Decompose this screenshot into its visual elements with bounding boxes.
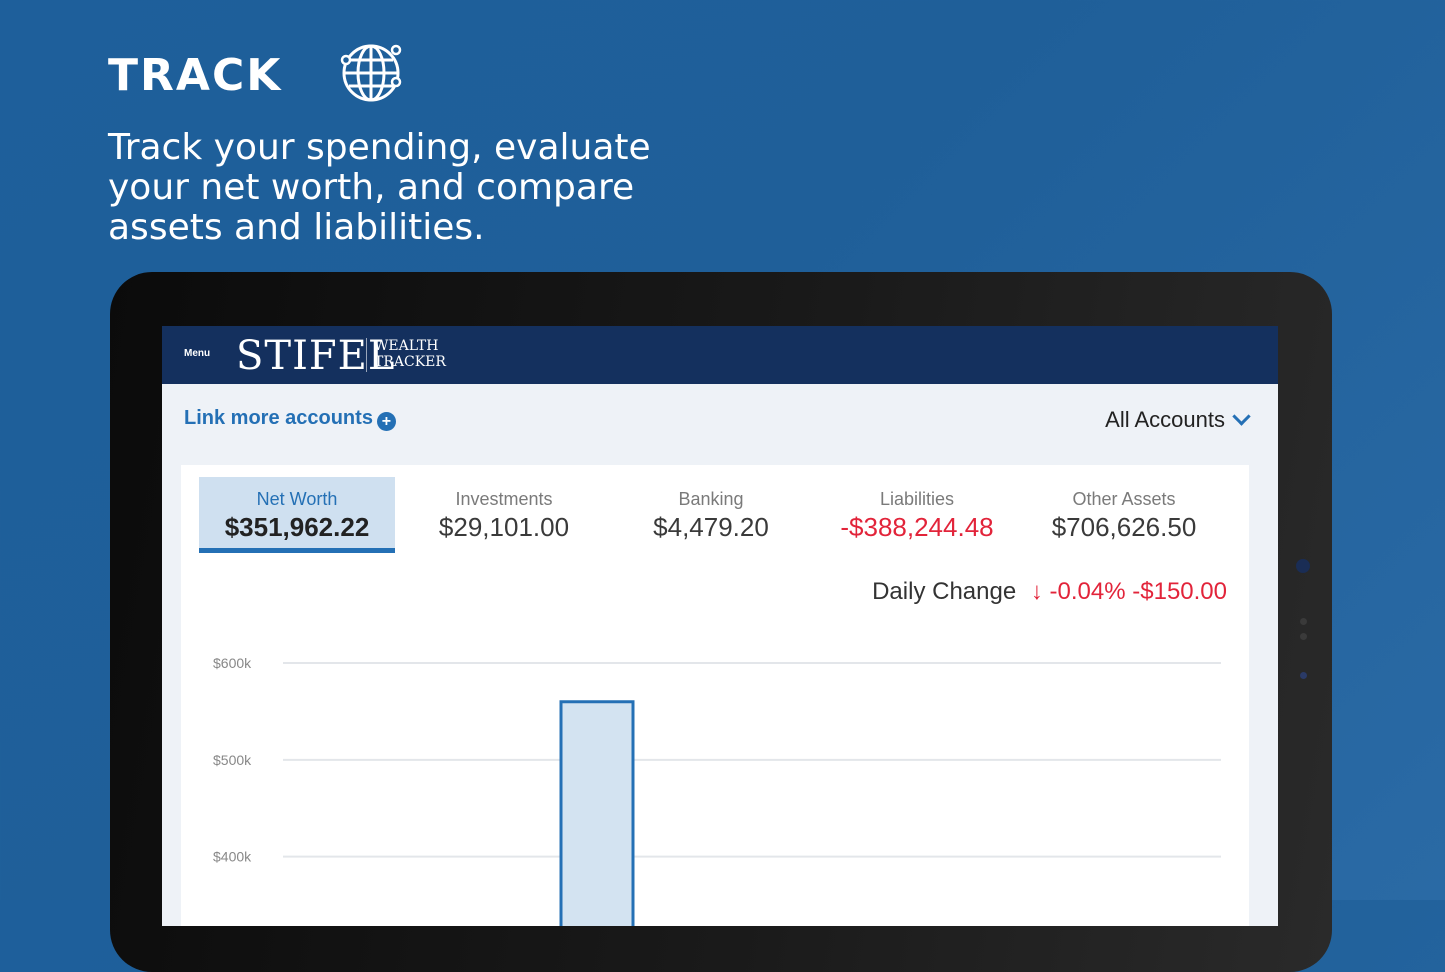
- tablet-sensor-dot: [1300, 633, 1307, 640]
- chevron-down-icon: [1232, 407, 1251, 426]
- hero-description: Track your spending, evaluate your net w…: [108, 127, 651, 248]
- tablet-camera: [1296, 559, 1310, 573]
- net-worth-chart: $600k $500k $400k: [213, 655, 1221, 926]
- y-tick-label: $500k: [213, 752, 252, 768]
- summary-card: Net Worth $351,962.22 Investments $29,10…: [181, 465, 1249, 926]
- link-more-accounts-link[interactable]: Link more accounts +: [184, 407, 396, 431]
- logo-subtitle: WEALTH TRACKER: [374, 338, 446, 370]
- y-tick-label: $400k: [213, 849, 252, 865]
- account-selector-value: All Accounts: [1105, 407, 1225, 432]
- tablet-sensor-dot: [1300, 618, 1307, 625]
- tablet-sensor-dot: [1300, 672, 1307, 679]
- logo-subtitle-line2: TRACKER: [374, 354, 446, 370]
- menu-button[interactable]: Menu: [184, 348, 210, 359]
- hero-title: TRACK: [108, 50, 283, 101]
- chart-bar[interactable]: [559, 700, 635, 926]
- logo-divider: [366, 338, 367, 372]
- globe-network-icon: [340, 44, 402, 102]
- app-screen: Menu STIFEL WEALTH TRACKER Link more acc…: [162, 326, 1278, 926]
- app-header: Menu STIFEL WEALTH TRACKER: [162, 326, 1278, 384]
- account-selector-dropdown[interactable]: All Accounts: [1105, 407, 1251, 433]
- y-tick-label: $600k: [213, 655, 252, 671]
- stifel-logo: STIFEL: [236, 333, 396, 379]
- plus-circle-icon: +: [376, 412, 396, 431]
- link-more-accounts-label: Link more accounts: [184, 407, 373, 429]
- logo-subtitle-line1: WEALTH: [374, 338, 439, 354]
